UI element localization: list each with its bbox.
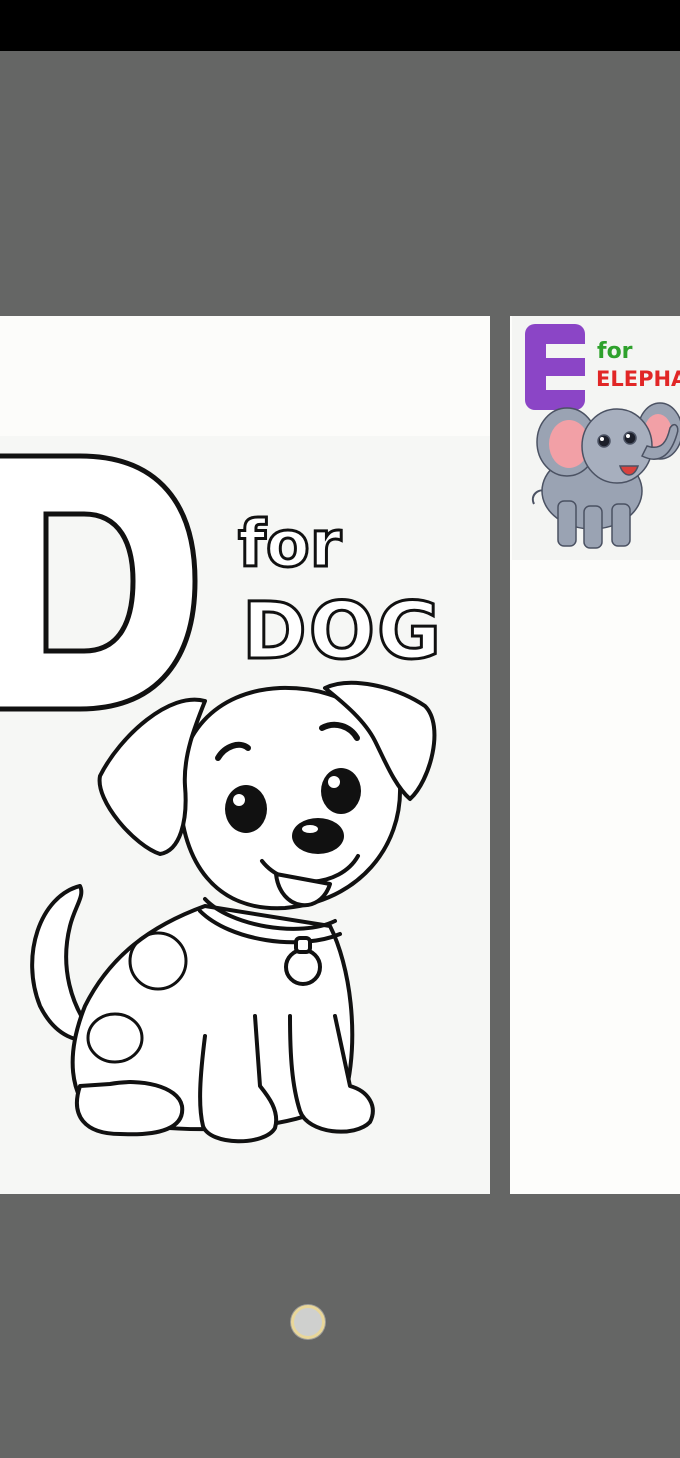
dog-body <box>30 680 437 1144</box>
dog-drawing[interactable]: for DOG <box>0 316 490 1194</box>
dot-indicator-icon[interactable] <box>291 1305 325 1339</box>
status-bar <box>0 0 680 51</box>
elephant-drawing <box>531 402 680 549</box>
letter-outline-d <box>0 453 198 712</box>
for-text: for <box>238 508 342 582</box>
coloring-page-current[interactable]: for DOG <box>0 316 490 1194</box>
letter-e-block <box>525 324 586 410</box>
coloring-page-next[interactable]: for ELEPHAN <box>510 316 680 1194</box>
elephant-picture: for ELEPHAN <box>525 324 680 549</box>
word-text: DOG <box>242 587 443 677</box>
for-text-next: for <box>597 339 633 364</box>
next-page-thumbnail: for ELEPHAN <box>512 316 680 560</box>
word-text-next: ELEPHAN <box>596 367 680 391</box>
